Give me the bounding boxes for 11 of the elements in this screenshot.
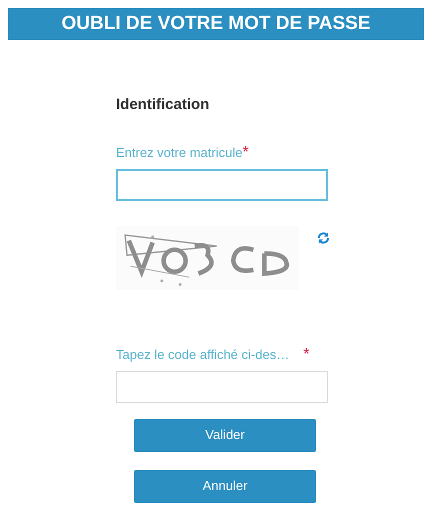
required-mark: * [303,346,310,362]
refresh-icon[interactable] [317,230,330,244]
required-mark: * [242,144,249,160]
input-field[interactable] [116,168,328,200]
page-header: OUBLI DE VOTRE MOT DE PASSE [8,8,424,40]
captcha-field[interactable] [116,370,328,402]
field-label: Tapez le code affiché ci-des… [116,346,290,362]
cancel-button[interactable]: Annuler [134,470,316,502]
section-title: Identification [116,95,210,115]
field-label: Entrez votre matricule [116,144,242,160]
submit-button[interactable]: Valider [134,418,316,452]
